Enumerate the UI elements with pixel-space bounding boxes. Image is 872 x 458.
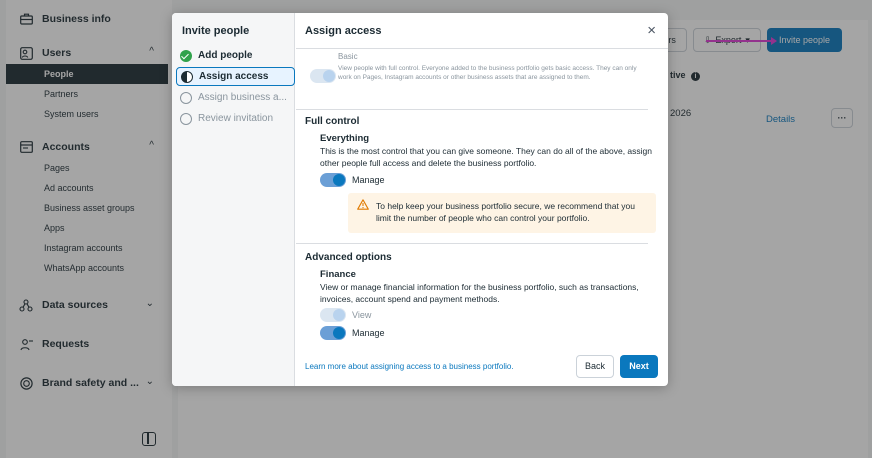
security-warning-banner: To help keep your business portfolio sec… bbox=[348, 193, 656, 233]
toggle-label: Manage bbox=[352, 328, 385, 338]
finance-manage-toggle[interactable] bbox=[320, 326, 346, 340]
toggle-label: Manage bbox=[352, 175, 385, 185]
basic-title: Basic bbox=[338, 52, 358, 61]
assign-access-panel: Assign access × Basic View people with f… bbox=[296, 13, 668, 386]
toggle-label: View bbox=[352, 310, 372, 320]
dialog-footer: Learn more about assigning access to a b… bbox=[296, 346, 668, 386]
manage-full-control-toggle[interactable] bbox=[320, 173, 346, 187]
step-label: Assign access bbox=[199, 71, 269, 82]
warning-text: To help keep your business portfolio sec… bbox=[376, 201, 635, 223]
next-button[interactable]: Next bbox=[620, 354, 658, 378]
everything-description: This is the most control that you can gi… bbox=[320, 146, 653, 168]
check-icon bbox=[180, 49, 192, 62]
dialog-header: Assign access × bbox=[296, 13, 668, 49]
basic-toggle bbox=[310, 69, 336, 83]
back-button[interactable]: Back bbox=[576, 354, 614, 378]
step-assign-access[interactable]: Assign access bbox=[176, 67, 295, 86]
finance-title: Finance bbox=[320, 269, 356, 280]
step-review-invitation[interactable]: Review invitation bbox=[180, 109, 294, 128]
step-label: Add people bbox=[198, 50, 253, 61]
half-circle-icon bbox=[181, 70, 193, 83]
step-label: Assign business a... bbox=[198, 92, 287, 103]
finance-view-toggle bbox=[320, 308, 346, 322]
close-icon[interactable]: × bbox=[647, 22, 656, 39]
full-control-heading: Full control bbox=[305, 116, 360, 127]
step-assign-business-assets[interactable]: Assign business a... bbox=[180, 88, 294, 107]
advanced-options-heading: Advanced options bbox=[305, 252, 392, 263]
manage-full-control-toggle-row[interactable]: Manage bbox=[320, 173, 385, 187]
step-add-people[interactable]: Add people bbox=[180, 46, 294, 65]
divider bbox=[296, 109, 648, 110]
circle-icon bbox=[180, 91, 192, 104]
basic-description: View people with full control. Everyone … bbox=[338, 65, 637, 81]
access-options-scroll[interactable]: Basic View people with full control. Eve… bbox=[296, 50, 668, 346]
everything-title: Everything bbox=[320, 133, 370, 144]
finance-manage-toggle-row[interactable]: Manage bbox=[320, 326, 385, 340]
learn-more-link[interactable]: Learn more about assigning access to a b… bbox=[305, 362, 576, 371]
finance-description: View or manage financial information for… bbox=[320, 282, 639, 304]
dialog-title: Assign access bbox=[305, 24, 382, 37]
step-label: Review invitation bbox=[198, 113, 274, 124]
finance-view-toggle-row: View bbox=[320, 308, 371, 322]
circle-icon bbox=[180, 112, 192, 125]
wizard-steps: Invite people Add people Assign access A… bbox=[172, 13, 295, 386]
divider bbox=[296, 243, 648, 244]
wizard-title: Invite people bbox=[182, 25, 250, 37]
warning-icon bbox=[357, 199, 369, 210]
invite-people-dialog: Invite people Add people Assign access A… bbox=[172, 13, 668, 386]
